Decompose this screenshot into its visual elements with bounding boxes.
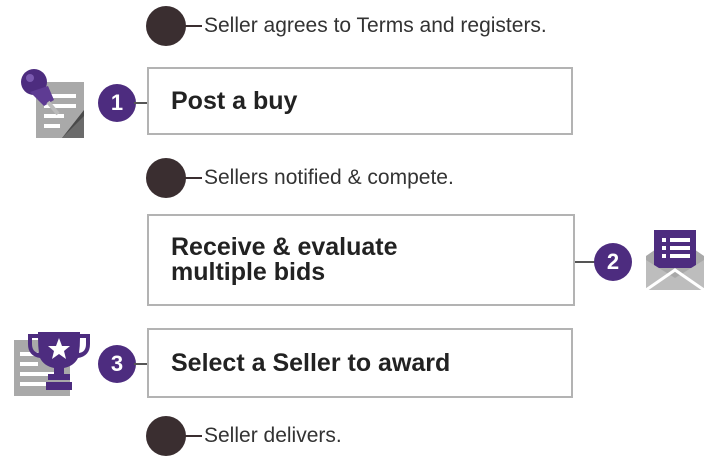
step-badge-3: 3	[98, 345, 136, 383]
note-connector	[182, 25, 202, 27]
step-label-line2: multiple bids	[171, 258, 326, 286]
note-text: Seller agrees to Terms and registers.	[204, 14, 547, 37]
step-badge-2: 2	[594, 243, 632, 281]
step-box-select-seller: Select a Seller to award	[147, 328, 573, 398]
step-connector-1	[134, 102, 148, 104]
note-connector	[182, 177, 202, 179]
note-dot	[146, 158, 186, 198]
note-text: Seller delivers.	[204, 424, 342, 447]
pushpin-document-icon	[21, 69, 84, 138]
note-connector	[182, 435, 202, 437]
step-connector-3	[134, 363, 148, 365]
step-label: Post a buy	[171, 86, 298, 115]
step-box-post-buy: Post a buy	[147, 67, 573, 135]
note-dot	[146, 6, 186, 46]
note-dot	[146, 416, 186, 456]
envelope-list-icon	[645, 230, 705, 292]
step-label-line1: Receive & evaluate	[171, 233, 398, 261]
trophy-document-icon	[14, 332, 90, 396]
step-connector-2	[575, 261, 595, 263]
step-badge-1: 1	[98, 84, 136, 122]
note-text: Sellers notified & compete.	[204, 166, 454, 189]
step-label: Select a Seller to award	[171, 348, 451, 377]
step-box-receive-bids: Receive & evaluate multiple bids	[147, 214, 575, 306]
step-label: Receive & evaluate multiple bids	[171, 235, 398, 285]
